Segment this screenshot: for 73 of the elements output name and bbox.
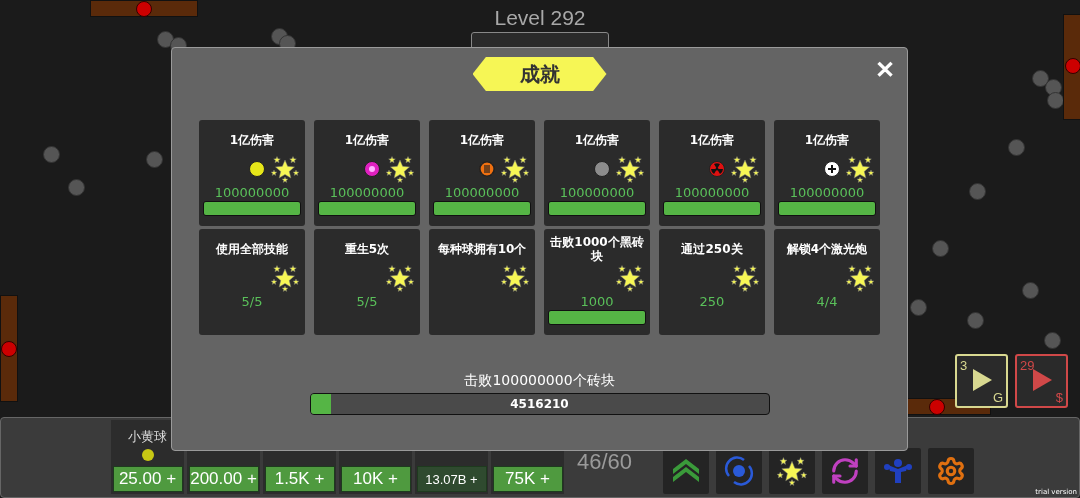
ball xyxy=(1032,70,1049,87)
skill-button[interactable] xyxy=(769,448,816,494)
stars-icon xyxy=(501,155,529,183)
chevrons-icon xyxy=(671,457,702,485)
buy-button[interactable]: 10K + xyxy=(340,466,411,492)
achievement-title: 击败1000个黑砖块 xyxy=(549,235,645,263)
achievement-title: 通过250关 xyxy=(681,241,743,258)
ball xyxy=(68,179,85,196)
achievement-value: 100000000 xyxy=(329,184,405,201)
ball xyxy=(43,146,60,163)
stars-icon xyxy=(777,456,808,486)
ball xyxy=(969,183,986,200)
achievement-value: 5/5 xyxy=(356,293,378,310)
buy-button[interactable]: 13.07B + xyxy=(416,466,487,492)
stars-icon xyxy=(271,155,299,183)
stars-icon xyxy=(386,264,414,292)
speed-button[interactable]: 29 $ xyxy=(1015,354,1068,408)
achievement-value: 4/4 xyxy=(816,293,838,310)
achievement-value: 5/5 xyxy=(241,293,263,310)
achievement-title: 1亿伤害 xyxy=(574,132,620,149)
achievement-title: 解锁4个激光炮 xyxy=(786,241,868,258)
goal-reading: 4516210 xyxy=(509,396,570,413)
stars-icon xyxy=(616,155,644,183)
achievement-value: 100000000 xyxy=(214,184,290,201)
achievement-title: 每种球拥有10个 xyxy=(437,241,527,258)
achievement-title: 使用全部技能 xyxy=(216,241,288,258)
level-label: Level 292 xyxy=(494,6,586,31)
achievement-value: 100000000 xyxy=(789,184,865,201)
ball xyxy=(910,299,927,316)
dialog-title: 成就 xyxy=(472,57,607,91)
close-button[interactable]: ✕ xyxy=(871,56,899,84)
achievement-title: 1亿伤害 xyxy=(689,132,735,149)
stars-icon xyxy=(616,264,644,292)
buy-button[interactable]: 200.00 + xyxy=(188,466,259,492)
achievement-title: 重生5次 xyxy=(344,241,390,258)
gear-icon xyxy=(936,456,967,486)
achievement-value: 250 xyxy=(699,293,725,310)
achievement-value: 100000000 xyxy=(674,184,750,201)
refresh-icon xyxy=(830,456,861,486)
achievement-value: 100000000 xyxy=(559,184,635,201)
ball xyxy=(967,312,984,329)
stars-icon xyxy=(846,264,874,292)
speed-button[interactable]: 3 G xyxy=(955,354,1008,408)
ball-count: 46/60 xyxy=(577,449,633,475)
achievement-value: 100000000 xyxy=(444,184,520,201)
stars-icon xyxy=(386,155,414,183)
achievement-title: 1亿伤害 xyxy=(804,132,850,149)
buy-button[interactable]: 75K + xyxy=(492,466,563,492)
ball xyxy=(1044,332,1061,349)
stars-icon xyxy=(846,155,874,183)
goal-label: 击败100000000个砖块 xyxy=(464,372,615,390)
stars-icon xyxy=(731,155,759,183)
ball-name: 小黄球 xyxy=(128,428,167,446)
ball xyxy=(1022,282,1039,299)
skill-button[interactable] xyxy=(822,448,869,494)
play-icon xyxy=(970,367,993,392)
stars-icon xyxy=(731,264,759,292)
buy-button[interactable]: 1.5K + xyxy=(264,466,335,492)
stars-icon xyxy=(501,264,529,292)
achievement-title: 1亿伤害 xyxy=(229,132,275,149)
achievement-title: 1亿伤害 xyxy=(344,132,390,149)
skill-button[interactable] xyxy=(663,448,710,494)
figure-icon xyxy=(882,457,915,485)
ball xyxy=(146,151,163,168)
stars-icon xyxy=(271,264,299,292)
swirl-icon xyxy=(724,456,755,486)
skill-button[interactable] xyxy=(716,448,763,494)
buy-button[interactable]: 25.00 + xyxy=(112,466,183,492)
ball xyxy=(932,240,949,257)
ball xyxy=(1008,139,1025,156)
ball xyxy=(157,31,174,48)
achievement-value: 1000 xyxy=(580,293,614,310)
achievement-title: 1亿伤害 xyxy=(459,132,505,149)
